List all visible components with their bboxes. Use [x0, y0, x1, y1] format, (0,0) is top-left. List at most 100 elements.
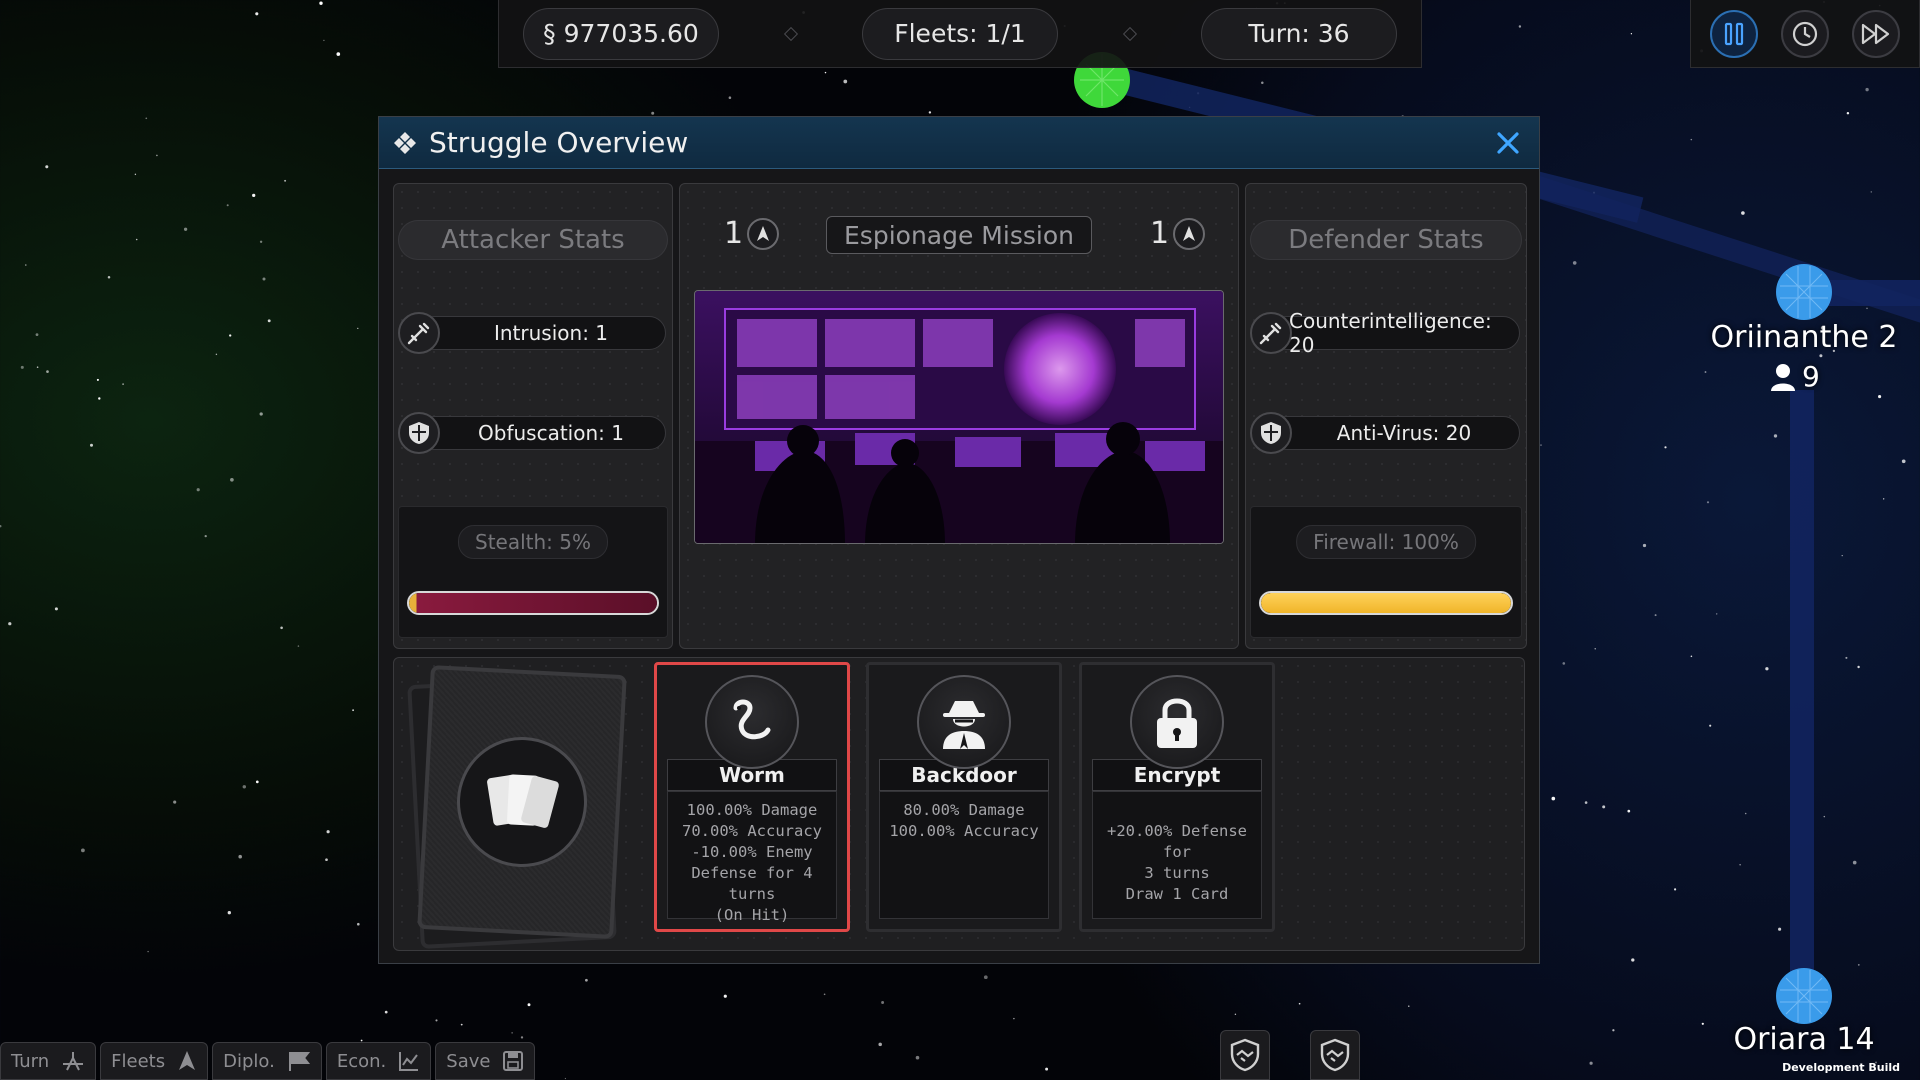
fast-forward-button[interactable]	[1851, 9, 1900, 58]
star	[98, 397, 101, 400]
normal-speed-button[interactable]	[1780, 9, 1829, 58]
star	[36, 366, 39, 368]
star	[1765, 667, 1769, 671]
handshake-button-1[interactable]	[1220, 1030, 1270, 1080]
star	[983, 975, 988, 980]
economy-button[interactable]: Econ.	[325, 1042, 432, 1080]
star	[325, 858, 328, 862]
stat-intrusion: Intrusion: 1	[398, 312, 666, 354]
resource-topbar: § 977035.60 Fleets: 1/1 Turn: 36	[498, 0, 1422, 68]
stat-antivirus-label: Anti-Virus: 20	[1270, 416, 1520, 450]
star	[520, 1036, 524, 1039]
card-desc-line: 80.00% Damage	[903, 801, 1025, 819]
ship-icon	[1173, 217, 1206, 250]
card-worm[interactable]: Worm 100.00% Damage 70.00% Accuracy -10.…	[654, 662, 850, 932]
star	[238, 854, 242, 859]
star	[1298, 1002, 1301, 1005]
spy-icon	[917, 675, 1011, 769]
stat-obfuscation: Obfuscation: 1	[398, 412, 666, 454]
card-desc-line: -10.00% Enemy	[691, 843, 813, 861]
card-description: 100.00% Damage 70.00% Accuracy -10.00% E…	[667, 791, 837, 924]
star	[1846, 111, 1850, 115]
struggle-overview-dialog: Struggle Overview Attacker Stats Intrusi…	[378, 116, 1540, 964]
fleets-button-label: Fleets	[111, 1050, 166, 1072]
save-button-label: Save	[446, 1050, 491, 1072]
star	[173, 800, 177, 804]
star	[1642, 543, 1647, 548]
star	[1572, 261, 1577, 265]
stat-counterintelligence: Counterintelligence: 20	[1250, 309, 1520, 357]
diplomacy-button[interactable]: Diplo.	[212, 1042, 322, 1080]
shield-icon	[398, 412, 440, 454]
star	[564, 1077, 567, 1080]
star	[585, 978, 588, 982]
star	[460, 1023, 463, 1026]
fleets-button[interactable]: Fleets	[100, 1042, 209, 1080]
star	[319, 1, 323, 5]
star	[1739, 864, 1741, 866]
defender-stats-header: Defender Stats	[1250, 220, 1522, 260]
attacker-stats-panel: Attacker Stats Intrusion: 1 Obfuscation:…	[393, 183, 673, 649]
firewall-meter: Firewall: 100%	[1250, 506, 1522, 638]
save-button[interactable]: Save	[435, 1042, 536, 1080]
mission-title: Espionage Mission	[826, 216, 1092, 254]
star	[1852, 860, 1857, 865]
attacker-stats-header: Attacker Stats	[398, 220, 668, 260]
dialog-titlebar[interactable]: Struggle Overview	[379, 117, 1539, 169]
card-encrypt[interactable]: Encrypt +20.00% Defense for 3 turns Draw…	[1079, 662, 1275, 932]
star	[1518, 25, 1522, 28]
card-desc-line: Draw 1 Card	[1125, 885, 1229, 903]
draw-deck[interactable]	[407, 664, 630, 949]
star	[1584, 801, 1588, 804]
card-backdoor[interactable]: Backdoor 80.00% Damage 100.00% Accuracy	[866, 662, 1062, 932]
star	[1744, 812, 1747, 815]
star	[226, 204, 229, 207]
clock-icon	[1792, 21, 1818, 46]
star	[8, 622, 12, 626]
close-icon	[1497, 131, 1519, 154]
star	[242, 785, 247, 789]
star	[928, 111, 932, 114]
planet-oriinanthe[interactable]	[1774, 262, 1834, 322]
star	[1845, 656, 1848, 659]
star	[145, 117, 148, 120]
pause-button[interactable]	[1710, 9, 1759, 58]
planet-oriara[interactable]	[1774, 966, 1834, 1026]
star	[357, 922, 360, 926]
star	[1866, 307, 1868, 310]
credits-display: § 977035.60	[523, 7, 719, 60]
star	[1654, 614, 1657, 617]
fleets-display: Fleets: 1/1	[862, 7, 1058, 60]
star	[435, 1019, 438, 1022]
star	[1715, 613, 1718, 615]
turn-button[interactable]: Turn	[0, 1042, 97, 1080]
card-desc-line: Defense for 4 turns	[691, 864, 813, 903]
planet-name-label: Oriara 14	[1733, 1022, 1875, 1057]
star	[323, 39, 325, 42]
stealth-meter: Stealth: 5%	[398, 506, 668, 638]
pause-icon	[1725, 22, 1744, 45]
stealth-bar	[407, 591, 659, 615]
handshake-button-2[interactable]	[1310, 1030, 1360, 1080]
star	[259, 240, 263, 243]
attacker-fleet-number: 1	[724, 216, 744, 251]
lock-icon	[1130, 675, 1224, 769]
star	[651, 111, 655, 115]
card-desc-line: 100.00% Damage	[686, 801, 818, 819]
save-icon	[503, 1051, 524, 1071]
firewall-bar-fill	[1261, 593, 1511, 613]
close-button[interactable]	[1491, 126, 1525, 160]
planet-name-label: Oriinanthe 2	[1710, 320, 1898, 355]
star	[259, 412, 263, 416]
star	[1664, 446, 1667, 449]
card-desc-line: 70.00% Accuracy	[682, 822, 822, 840]
star	[1823, 815, 1826, 818]
star	[915, 1055, 920, 1060]
star	[0, 525, 2, 528]
population-indicator: 9	[1770, 360, 1820, 393]
mission-panel: 1 Espionage Mission 1	[679, 183, 1239, 649]
star	[326, 830, 330, 834]
star	[1883, 498, 1885, 500]
star	[227, 911, 231, 915]
stealth-bar-fill	[409, 593, 657, 613]
